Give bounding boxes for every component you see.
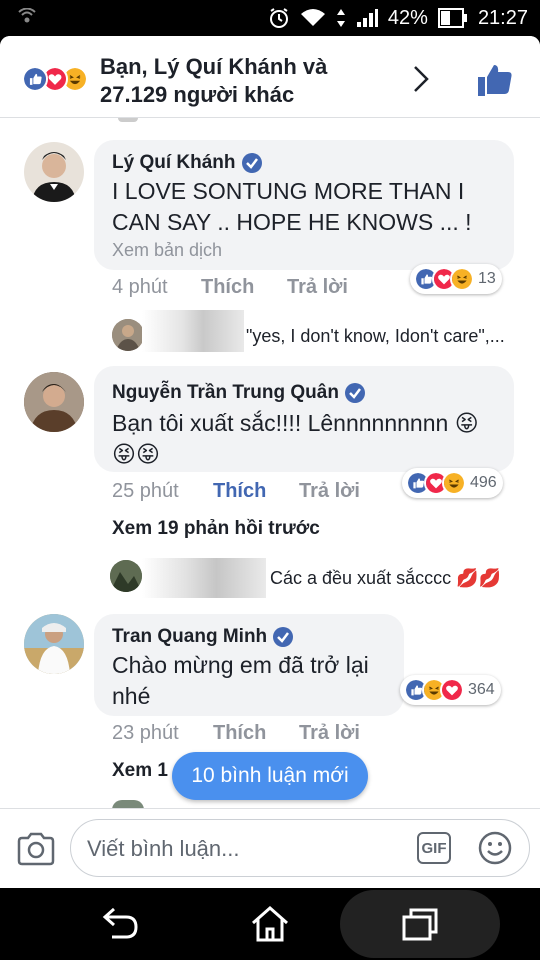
data-transfer-icon — [336, 9, 345, 27]
see-previous-replies-link[interactable]: Xem 19 phản hồi trước — [112, 518, 320, 540]
reactions-summary-line2: 27.129 người khác — [100, 82, 295, 107]
reaction-stack — [22, 66, 102, 92]
verified-icon — [344, 383, 365, 403]
comment-text-line: I LOVE SONTUNG MORE THAN I — [112, 178, 465, 204]
gif-button[interactable]: GIF — [417, 832, 451, 864]
comment-text-line: 😝😝 — [112, 441, 160, 467]
verified-icon — [241, 153, 262, 173]
smile-icon[interactable] — [477, 830, 513, 866]
battery-icon — [437, 8, 467, 28]
reply-avatar[interactable] — [110, 560, 142, 592]
reaction-count: 364 — [468, 681, 495, 698]
wireless-signal-icon — [18, 8, 36, 23]
comment-text: Chào mừng em đã trở lại nhé — [112, 650, 402, 712]
avatar-photo — [24, 372, 84, 432]
reactions-summary-line1: Bạn, Lý Quí Khánh và — [100, 54, 328, 79]
avatar[interactable] — [24, 614, 84, 674]
battery-percent: 42% — [387, 6, 428, 29]
comment-author[interactable]: Nguyễn Trần Trung Quân — [112, 382, 365, 404]
avatar-photo — [24, 614, 84, 674]
like-button[interactable]: Thích — [213, 480, 266, 503]
reaction-count: 496 — [470, 474, 497, 491]
clock: 21:27 — [477, 6, 528, 29]
comment-text-line: Bạn tôi xuất sắc!!!! Lênnnnnnnnn 😝 — [112, 410, 479, 436]
see-translation-link[interactable]: Xem bản dịch — [112, 240, 222, 261]
comment-text-line: CAN SAY .. HOPE HE KNOWS ... ! — [112, 209, 472, 235]
blurred-name — [142, 558, 266, 598]
home-button[interactable] — [230, 888, 310, 960]
system-navigation-bar — [0, 888, 540, 960]
camera-icon[interactable] — [16, 831, 56, 867]
comment-text-line: Chào mừng em đã trở lại — [112, 652, 369, 678]
thumbs-up-icon[interactable] — [476, 62, 514, 98]
recents-button[interactable] — [380, 888, 460, 960]
back-button[interactable] — [80, 888, 160, 960]
comment-text: Bạn tôi xuất sắc!!!! Lênnnnnnnnn 😝 😝😝 — [112, 408, 512, 470]
cell-signal-icon — [356, 9, 378, 27]
comment-text-line: nhé — [112, 683, 151, 709]
wifi-icon — [300, 9, 325, 26]
reply-avatar[interactable] — [112, 319, 144, 351]
avatar-photo — [110, 560, 142, 592]
new-comments-button[interactable]: 10 bình luận mới — [172, 752, 368, 800]
see-more-replies-link[interactable]: Xem 1 — [112, 760, 168, 782]
comment-reactions[interactable]: 13 — [410, 264, 502, 294]
reply-button[interactable]: Trả lời — [299, 480, 360, 503]
reply-text: "yes, I don't know, Idon't care",... — [246, 326, 505, 346]
author-name[interactable]: Nguyễn Trần Trung Quân — [112, 382, 339, 404]
alarm-icon — [269, 8, 288, 28]
reactions-summary[interactable]: Bạn, Lý Quí Khánh và 27.129 người khác — [100, 53, 400, 109]
chevron-right-icon[interactable] — [410, 64, 432, 94]
comment-time: 25 phút — [112, 480, 179, 502]
like-button[interactable]: Thích — [201, 276, 254, 299]
home-icon — [252, 905, 288, 942]
comments-panel: Bạn, Lý Quí Khánh và 27.129 người khác L… — [0, 36, 540, 888]
avatar[interactable] — [24, 372, 84, 432]
reaction-count: 13 — [478, 270, 496, 287]
comment-author[interactable]: Tran Quang Minh — [112, 626, 294, 648]
comment-time: 23 phút — [112, 722, 179, 744]
love-reaction-icon — [440, 678, 464, 702]
verified-icon — [273, 627, 294, 647]
author-name[interactable]: Lý Quí Khánh — [112, 152, 236, 174]
comment-composer: Viết bình luận... GIF — [0, 808, 540, 888]
reply-text: Các a đều xuất sắcccc 💋💋 — [270, 568, 501, 588]
blurred-name — [142, 310, 244, 352]
comment-input[interactable]: Viết bình luận... GIF — [70, 819, 530, 877]
reactions-header[interactable]: Bạn, Lý Quí Khánh và 27.129 người khác — [0, 36, 540, 118]
like-reaction-icon — [22, 66, 48, 92]
reply-button[interactable]: Trả lời — [287, 276, 348, 299]
like-button[interactable]: Thích — [213, 722, 266, 745]
haha-reaction-icon — [450, 267, 474, 291]
avatar-photo — [32, 152, 76, 202]
comment-text: I LOVE SONTUNG MORE THAN I CAN SAY .. HO… — [112, 176, 512, 238]
comment-author[interactable]: Lý Quí Khánh — [112, 152, 262, 174]
avatar-photo — [112, 319, 144, 351]
comment-reactions[interactable]: 364 — [400, 675, 501, 705]
recents-icon — [402, 908, 438, 941]
avatar[interactable] — [24, 142, 84, 202]
comment-time: 4 phút — [112, 276, 168, 298]
comment-input-placeholder: Viết bình luận... — [87, 836, 240, 861]
back-icon — [102, 907, 138, 939]
scroll-remnant — [118, 118, 138, 122]
comment-reactions[interactable]: 496 — [402, 468, 503, 498]
status-bar: 42% 21:27 — [0, 0, 540, 36]
haha-reaction-icon — [442, 471, 466, 495]
reply-button[interactable]: Trả lời — [299, 722, 360, 745]
author-name[interactable]: Tran Quang Minh — [112, 626, 267, 648]
